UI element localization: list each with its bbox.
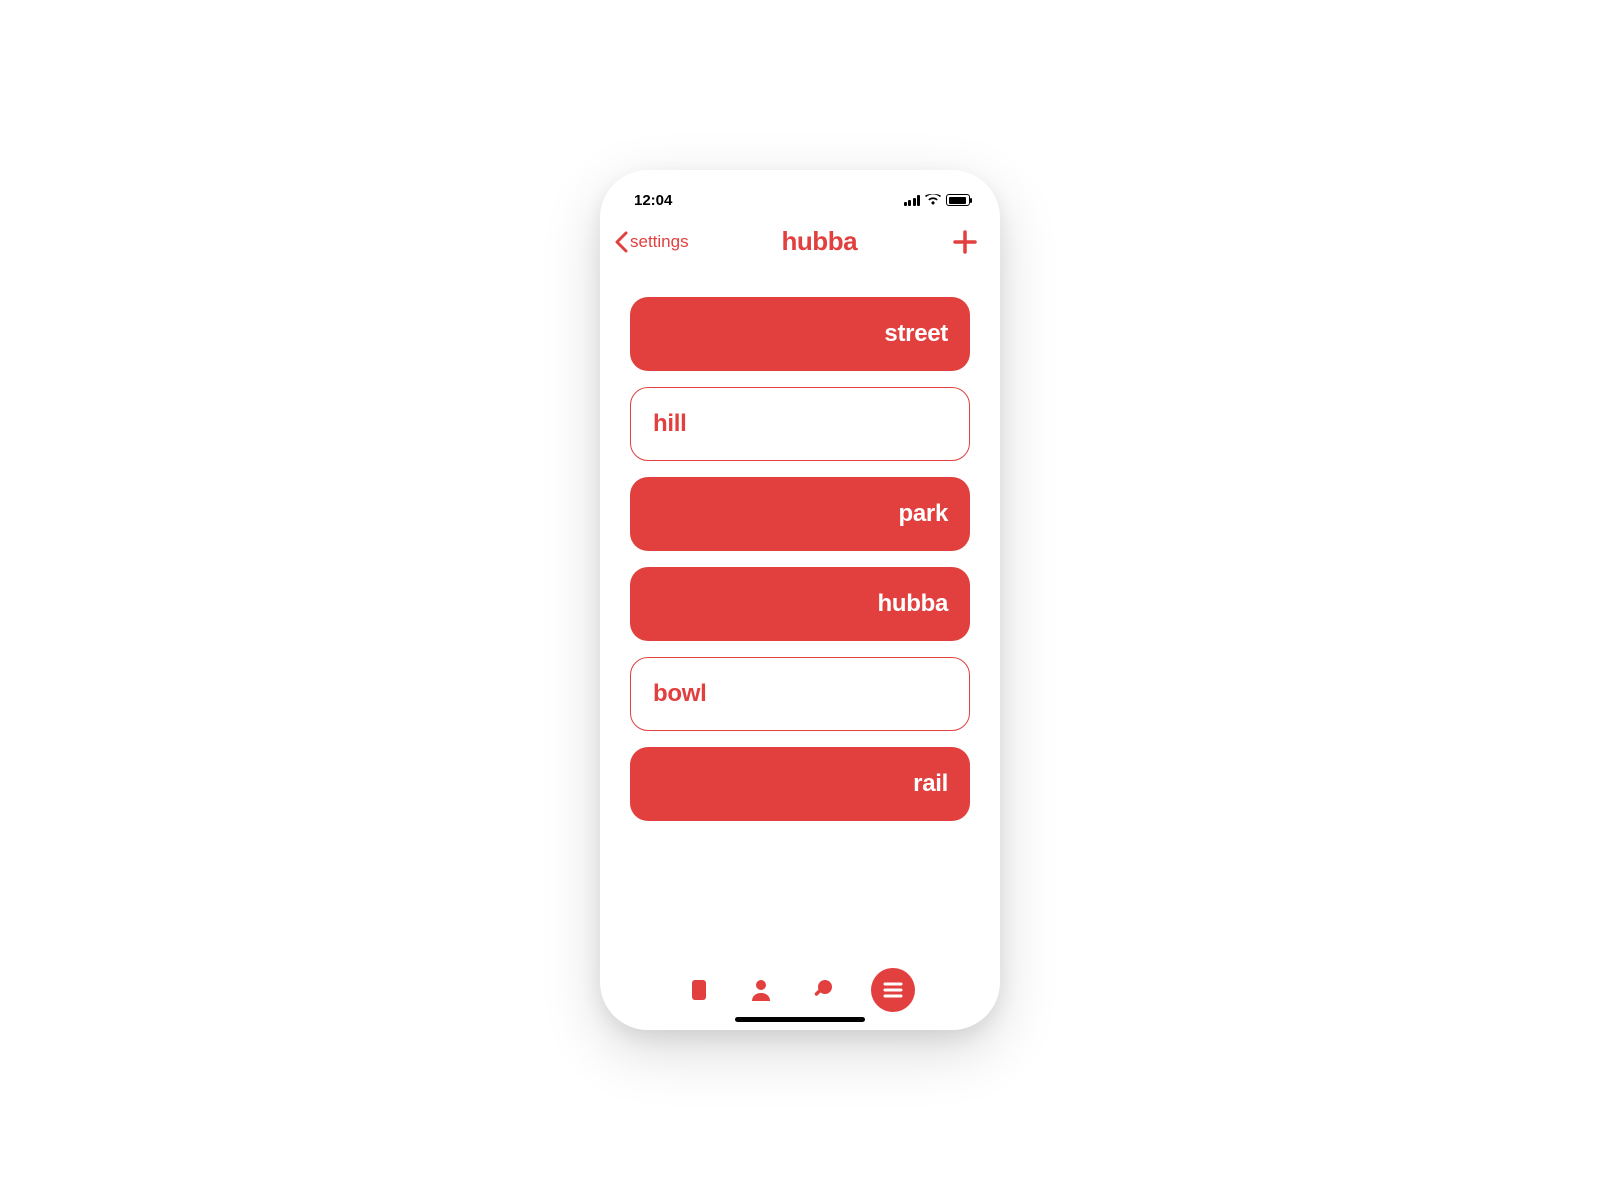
list-item-label: bowl bbox=[653, 680, 706, 708]
list-item-label: hubba bbox=[878, 590, 949, 618]
list-item[interactable]: street bbox=[630, 297, 970, 371]
plus-icon bbox=[952, 229, 978, 255]
back-button[interactable]: settings bbox=[614, 231, 689, 253]
back-label: settings bbox=[630, 232, 689, 252]
list-item-label: rail bbox=[913, 770, 948, 798]
list-item-label: hill bbox=[653, 410, 686, 438]
nav-header: settings hubba bbox=[600, 222, 1000, 267]
list-item[interactable]: bowl bbox=[630, 657, 970, 731]
category-list: street hill park hubba bowl rail bbox=[600, 267, 1000, 954]
tab-menu[interactable] bbox=[871, 968, 915, 1012]
list-item[interactable]: hill bbox=[630, 387, 970, 461]
search-icon bbox=[812, 979, 834, 1001]
user-icon bbox=[751, 979, 771, 1001]
list-item[interactable]: rail bbox=[630, 747, 970, 821]
menu-icon bbox=[881, 978, 905, 1002]
phone-frame: 12:04 settings hubba street bbox=[600, 170, 1000, 1030]
list-item-label: street bbox=[884, 320, 948, 348]
tab-card[interactable] bbox=[685, 976, 713, 1004]
tab-search[interactable] bbox=[809, 976, 837, 1004]
add-button[interactable] bbox=[950, 227, 980, 257]
chevron-left-icon bbox=[614, 231, 628, 253]
list-item-label: park bbox=[899, 500, 949, 528]
page-title: hubba bbox=[782, 226, 858, 257]
tab-profile[interactable] bbox=[747, 976, 775, 1004]
signal-icon bbox=[904, 195, 921, 206]
home-indicator bbox=[735, 1017, 865, 1022]
status-icons bbox=[904, 194, 971, 206]
status-bar: 12:04 bbox=[600, 178, 1000, 222]
wifi-icon bbox=[925, 194, 941, 206]
card-icon bbox=[691, 979, 707, 1001]
battery-icon bbox=[946, 194, 970, 206]
status-time: 12:04 bbox=[634, 192, 672, 209]
list-item[interactable]: park bbox=[630, 477, 970, 551]
list-item[interactable]: hubba bbox=[630, 567, 970, 641]
